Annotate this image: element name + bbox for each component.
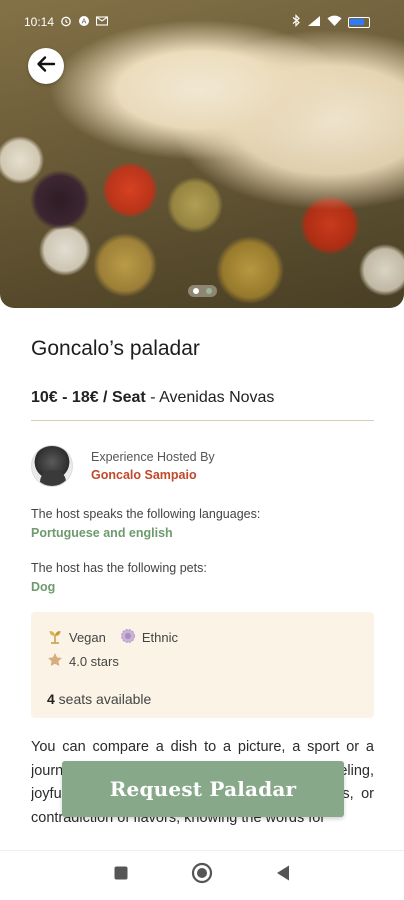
- pets-label: The host has the following pets:: [31, 561, 207, 575]
- back-nav-button[interactable]: [268, 861, 298, 891]
- rating-text: 4.0 stars: [69, 654, 119, 669]
- languages-label: The host speaks the following languages:: [31, 507, 261, 521]
- star-icon: [47, 652, 63, 671]
- price-line: 10€ - 18€ / Seat - Avenidas Novas: [31, 389, 274, 407]
- divider: [31, 420, 374, 421]
- carousel-dots: [187, 285, 217, 297]
- status-time: 10:14: [24, 15, 55, 29]
- neighborhood: Avenidas Novas: [159, 389, 275, 406]
- square-icon: [113, 865, 129, 886]
- wifi-icon: [327, 15, 342, 30]
- carousel-dot-2[interactable]: [205, 288, 212, 294]
- bluetooth-icon: [292, 14, 301, 30]
- seats-available: 4 seats available: [47, 691, 358, 707]
- notification-icon: A: [78, 15, 90, 30]
- svg-text:A: A: [82, 17, 87, 25]
- seats-count: 4: [47, 691, 55, 707]
- languages-value: Portuguese and english: [31, 526, 173, 540]
- recents-button[interactable]: [106, 861, 136, 891]
- price-separator: -: [145, 389, 160, 406]
- status-bar: 10:14 A: [0, 0, 404, 44]
- triangle-left-icon: [275, 864, 291, 887]
- tag-label: Vegan: [69, 630, 106, 645]
- android-nav-bar: [0, 850, 404, 900]
- back-button[interactable]: [28, 48, 64, 84]
- seats-label: seats available: [54, 691, 152, 707]
- hero-image[interactable]: 10:14 A: [0, 0, 404, 308]
- tag-vegan: Vegan: [47, 628, 106, 647]
- host-text: Experience Hosted By Goncalo Sampaio: [91, 450, 215, 482]
- tag-label: Ethnic: [141, 630, 179, 645]
- host-avatar[interactable]: [31, 445, 73, 487]
- hosted-by-label: Experience Hosted By: [91, 450, 215, 464]
- circle-icon: [191, 862, 213, 889]
- status-left: 10:14 A: [24, 15, 109, 30]
- rating: 4.0 stars: [47, 652, 358, 671]
- request-paladar-button[interactable]: Request Paladar: [62, 761, 344, 817]
- signal-icon: [307, 15, 321, 30]
- price-range: 10€ - 18€ / Seat: [31, 389, 146, 406]
- pets-value: Dog: [31, 580, 56, 594]
- hero-overlay: [0, 0, 404, 308]
- tag-ethnic: Ethnic: [120, 628, 178, 647]
- host-section[interactable]: Experience Hosted By Goncalo Sampaio: [31, 445, 215, 487]
- sprout-icon: [47, 628, 63, 647]
- cuisine-tags: Vegan Ethnic: [47, 628, 358, 647]
- carousel-indicator: [0, 285, 404, 297]
- mail-icon: [95, 15, 109, 29]
- host-name[interactable]: Goncalo Sampaio: [91, 468, 215, 482]
- alarm-icon: [60, 15, 72, 30]
- status-right: [292, 14, 370, 30]
- globe-icon: [120, 628, 136, 647]
- battery-icon: [348, 16, 370, 28]
- info-box: Vegan Ethnic 4.0 stars 4 seats available: [31, 612, 374, 718]
- carousel-dot-1[interactable]: [192, 288, 199, 294]
- arrow-left-icon: [35, 53, 57, 80]
- home-button[interactable]: [187, 861, 217, 891]
- listing-title: Goncalo’s paladar: [31, 337, 200, 360]
